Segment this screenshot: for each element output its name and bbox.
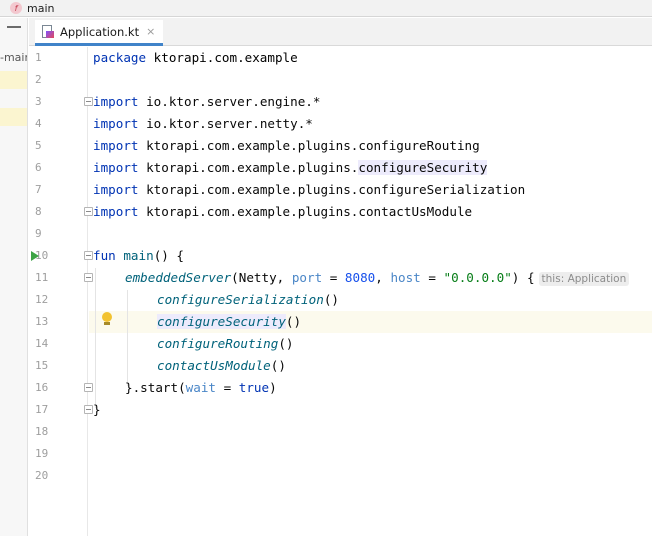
code-line-10: fun main() { [93,248,185,263]
code-line-1: package ktorapi.com.example [93,50,298,65]
line-number: 9 [35,227,42,240]
code-line-17: } [93,402,101,417]
line-number: 7 [35,183,42,196]
line-number: 11 [35,271,49,284]
line-number: 14 [35,337,49,350]
line-number: 16 [35,381,49,394]
code-line-15: contactUsModule() [157,358,286,373]
usage-highlight: configureSecurity [358,160,488,175]
project-highlight-row [0,71,27,89]
code-editor[interactable]: package ktorapi.com.example import io.kt… [93,47,652,417]
project-tree-item[interactable]: -main [0,51,27,64]
line-number: 19 [35,447,49,460]
close-icon[interactable]: × [146,25,155,38]
collapse-panel-icon[interactable] [7,26,21,28]
line-number: 4 [35,117,42,130]
kotlin-function-icon: f [10,2,22,14]
line-number: 17 [35,403,49,416]
editor-tab-bar: Application.kt × [29,18,652,46]
line-number: 1 [35,51,42,64]
fold-icon[interactable] [84,251,93,260]
inlay-hint: this: Application [538,272,630,286]
code-line-11: embeddedServer(Netty, port = 8080, host … [125,267,630,289]
code-line-7: import ktorapi.com.example.plugins.confi… [93,182,526,197]
line-number: 3 [35,95,42,108]
line-number: 12 [35,293,49,306]
fold-icon[interactable] [84,405,93,414]
code-line-16: }.start(wait = true) [125,380,277,395]
run-icon[interactable] [31,251,39,261]
breadcrumb: f main [0,0,652,17]
line-number: 13 [35,315,49,328]
line-number: 8 [35,205,42,218]
line-number: 20 [35,469,49,482]
breadcrumb-main[interactable]: main [27,2,54,15]
code-line-4: import io.ktor.server.netty.* [93,116,313,131]
indent-guide [95,268,96,408]
line-number: 15 [35,359,49,372]
fold-icon[interactable] [84,383,93,392]
code-line-13: configureSecurity() [157,314,302,329]
line-number: 18 [35,425,49,438]
code-line-12: configureSerialization() [157,292,339,307]
line-number: 2 [35,73,42,86]
code-line-8: import ktorapi.com.example.plugins.conta… [93,204,473,219]
tab-label: Application.kt [60,24,140,39]
lightbulb-icon[interactable] [102,312,112,326]
code-line-6: import ktorapi.com.example.plugins.confi… [93,160,488,175]
kotlin-file-icon [41,25,54,38]
indent-guide [127,290,128,386]
line-number: 6 [35,161,42,174]
project-panel: -main [0,18,28,536]
fold-icon[interactable] [84,273,93,282]
fold-icon[interactable] [84,207,93,216]
code-line-5: import ktorapi.com.example.plugins.confi… [93,138,480,153]
code-line-3: import io.ktor.server.engine.* [93,94,321,109]
tab-application-kt[interactable]: Application.kt × [35,20,164,46]
code-line-14: configureRouting() [157,336,294,351]
line-number: 5 [35,139,42,152]
project-highlight-row [0,108,27,126]
fold-icon[interactable] [84,97,93,106]
